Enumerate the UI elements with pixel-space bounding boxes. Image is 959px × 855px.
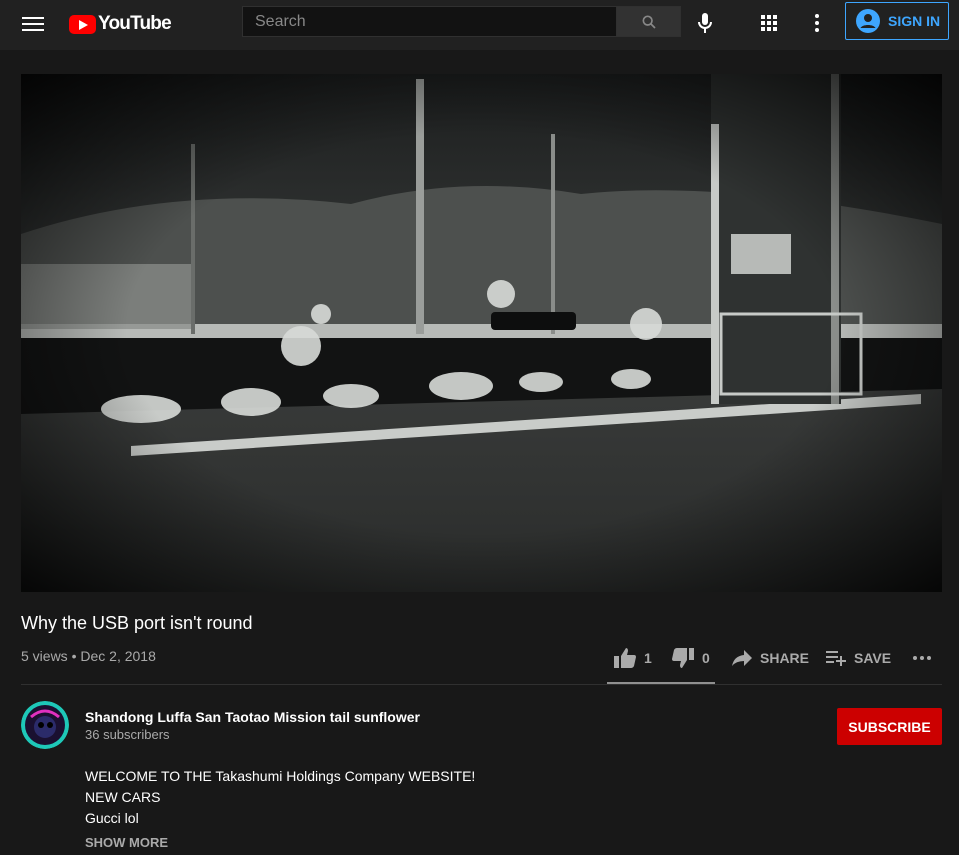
view-count: 5 views <box>21 648 68 664</box>
logo-text: YouTube <box>98 13 172 34</box>
search-button[interactable] <box>616 6 681 37</box>
dislike-button[interactable]: 0 <box>671 640 710 676</box>
dislike-count: 0 <box>702 650 710 666</box>
search-icon <box>642 15 656 29</box>
like-count: 1 <box>644 650 652 666</box>
more-vert-icon[interactable] <box>814 13 820 33</box>
channel-name[interactable]: Shandong Luffa San Taotao Mission tail s… <box>85 709 420 725</box>
channel-avatar[interactable] <box>21 701 69 749</box>
youtube-logo-icon <box>69 14 96 34</box>
mic-icon[interactable] <box>696 12 714 34</box>
sign-in-button[interactable]: SIGN IN <box>845 2 949 40</box>
thumb-down-icon <box>672 648 694 668</box>
menu-icon[interactable] <box>22 14 44 34</box>
top-bar: YouTube SIGN IN <box>0 0 959 50</box>
subscribe-button[interactable]: SUBSCRIBE <box>837 708 942 745</box>
youtube-logo[interactable]: YouTube <box>69 12 172 36</box>
video-description: WELCOME TO THE Takashumi Holdings Compan… <box>85 766 475 829</box>
video-player[interactable] <box>21 74 942 592</box>
divider <box>21 684 942 685</box>
search-input[interactable] <box>242 6 617 37</box>
more-actions-button[interactable] <box>912 640 932 676</box>
like-button[interactable]: 1 <box>613 640 652 676</box>
thumb-up-icon <box>614 648 636 668</box>
playlist-add-icon <box>826 651 846 666</box>
meta-separator: • <box>71 648 77 664</box>
video-title: Why the USB port isn't round <box>21 613 253 633</box>
apps-grid-icon[interactable] <box>760 14 778 32</box>
video-meta: 5 views • Dec 2, 2018 <box>21 648 156 664</box>
more-horiz-icon <box>913 656 931 660</box>
video-frame <box>21 74 942 592</box>
account-circle-icon <box>856 9 880 33</box>
share-button[interactable]: SHARE <box>731 640 809 676</box>
upload-date: Dec 2, 2018 <box>80 648 156 664</box>
share-icon <box>732 650 752 666</box>
description-line: WELCOME TO THE Takashumi Holdings Compan… <box>85 768 476 784</box>
avatar-image <box>21 701 69 749</box>
show-more-button[interactable]: SHOW MORE <box>85 835 168 850</box>
sign-in-label: SIGN IN <box>888 13 941 29</box>
save-button[interactable]: SAVE <box>825 640 891 676</box>
description-line: Gucci lol <box>85 810 139 826</box>
subscriber-count: 36 subscribers <box>85 727 170 742</box>
save-label: SAVE <box>854 650 892 666</box>
description-line: NEW CARS <box>85 789 161 805</box>
share-label: SHARE <box>760 650 810 666</box>
